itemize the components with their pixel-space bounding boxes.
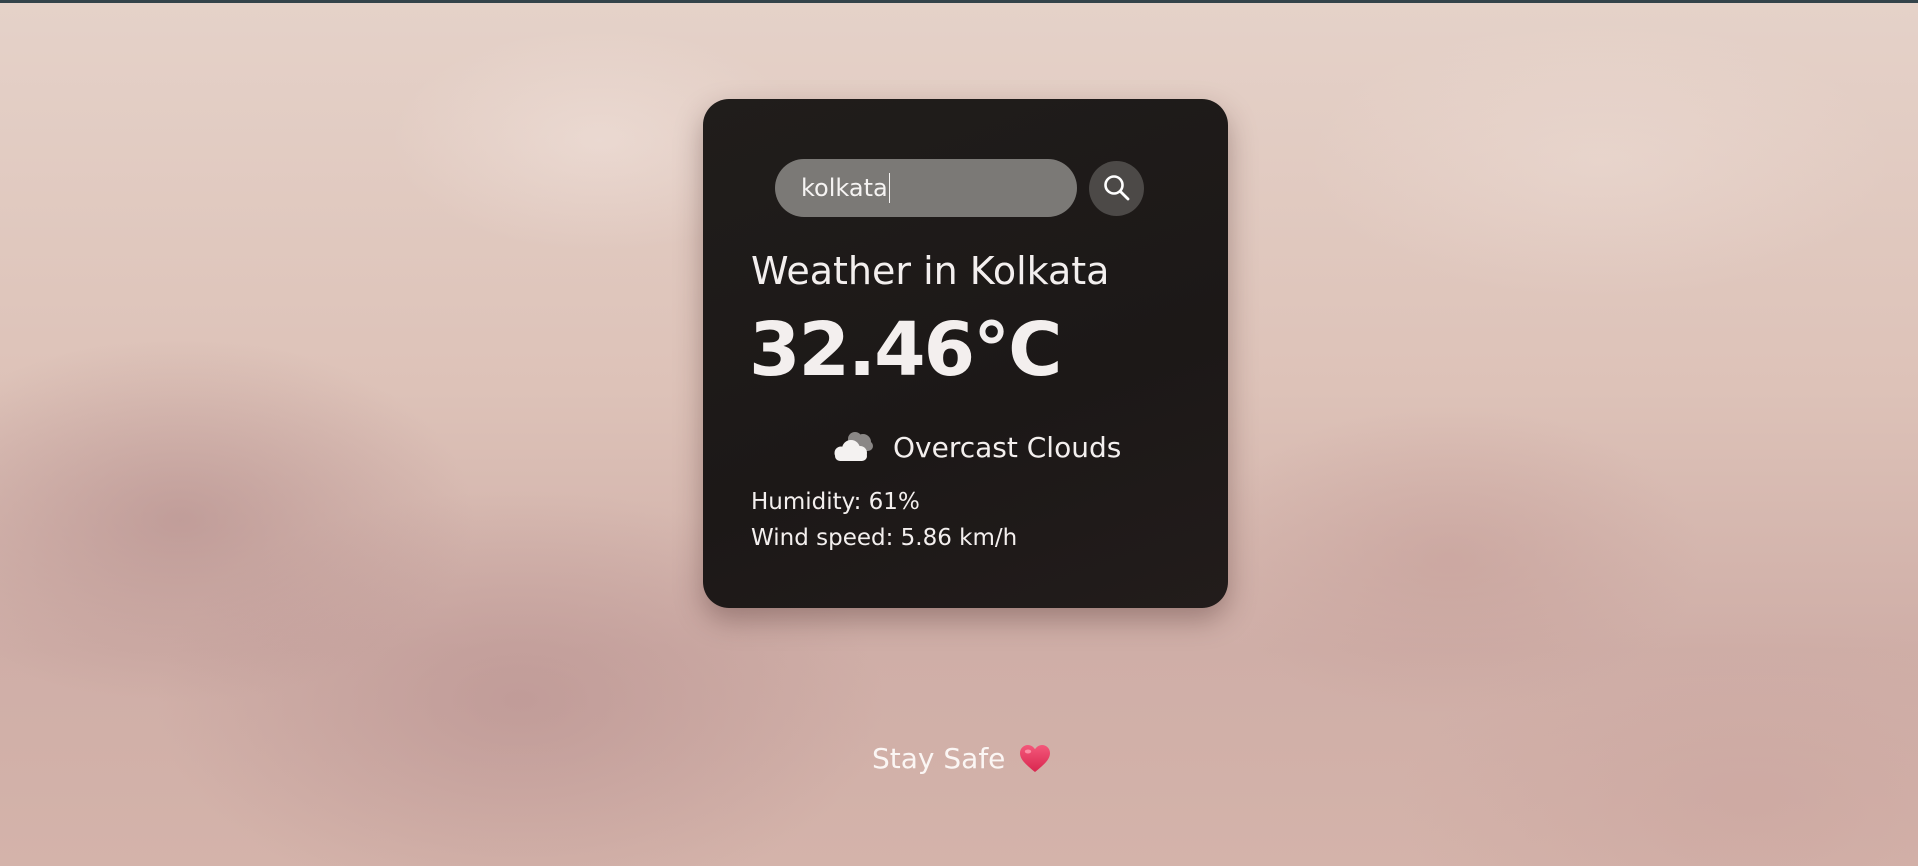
footer-text: Stay Safe (872, 742, 1006, 775)
heart-icon (1020, 744, 1051, 772)
temperature: 32.46°C (749, 307, 1062, 393)
weather-condition: Overcast Clouds (829, 429, 1121, 465)
wind-speed: Wind speed: 5.86 km/h (751, 525, 1018, 551)
cloud-icon (834, 432, 873, 461)
top-border (0, 0, 1918, 3)
city-title: Weather in Kolkata (751, 249, 1110, 293)
search-button[interactable] (1089, 160, 1144, 216)
weather-card: kolkata Weather in Kolkata 32.46°C Overc… (703, 99, 1228, 608)
search-icon (1103, 175, 1129, 201)
search-input-value: kolkata (801, 174, 888, 202)
text-caret (888, 173, 890, 203)
condition-text: Overcast Clouds (893, 430, 1122, 464)
humidity: Humidity: 61% (751, 489, 920, 515)
footer-message: Stay Safe (872, 742, 1051, 775)
search-input[interactable]: kolkata (775, 159, 1077, 217)
search-bar: kolkata (775, 159, 1144, 217)
